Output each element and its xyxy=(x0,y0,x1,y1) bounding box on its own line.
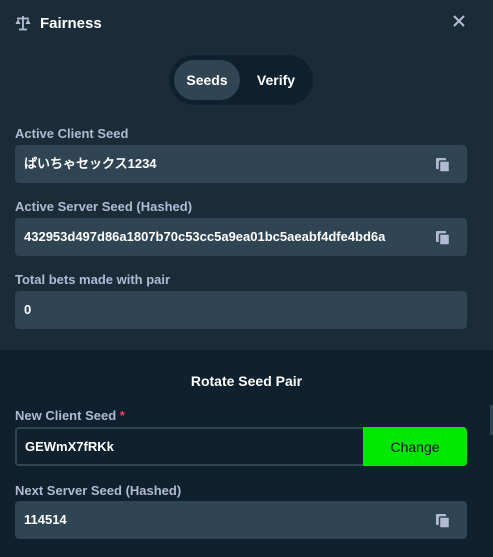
close-button[interactable] xyxy=(449,12,469,32)
modal-header: Fairness xyxy=(14,12,102,34)
close-icon[interactable] xyxy=(452,11,466,34)
change-button[interactable]: Change xyxy=(363,427,467,466)
scale-icon xyxy=(14,14,32,32)
new-client-seed-input-wrapper[interactable] xyxy=(15,427,363,466)
new-client-seed-input[interactable] xyxy=(17,429,363,464)
client-seed-label: Active Client Seed xyxy=(15,126,129,141)
total-bets-label: Total bets made with pair xyxy=(15,272,171,287)
next-server-seed-label: Next Server Seed (Hashed) xyxy=(15,483,182,498)
total-bets-value: 0 xyxy=(24,302,32,317)
next-server-seed-field[interactable]: 114514 xyxy=(15,501,467,539)
new-client-seed-label-text: New Client Seed xyxy=(15,408,117,423)
copy-icon[interactable] xyxy=(435,230,451,246)
tab-verify[interactable]: Verify xyxy=(245,60,307,100)
next-server-seed-value: 114514 xyxy=(24,512,67,527)
server-seed-label: Active Server Seed (Hashed) xyxy=(15,199,193,214)
server-seed-field[interactable]: 432953d497d86a1807b70c53cc5a9ea01bc5aeab… xyxy=(15,218,467,256)
total-bets-field: 0 xyxy=(15,291,467,329)
tab-bar: Seeds Verify xyxy=(169,55,313,105)
modal-title: Fairness xyxy=(40,14,102,32)
tab-seeds[interactable]: Seeds xyxy=(174,60,240,100)
rotate-seed-title: Rotate Seed Pair xyxy=(190,373,303,389)
required-mark: * xyxy=(119,408,125,423)
copy-icon[interactable] xyxy=(435,157,451,173)
copy-icon[interactable] xyxy=(435,513,451,529)
client-seed-value: ぱいちゃセックス1234 xyxy=(24,156,157,171)
client-seed-field[interactable]: ぱいちゃセックス1234 xyxy=(15,145,467,183)
server-seed-value: 432953d497d86a1807b70c53cc5a9ea01bc5aeab… xyxy=(24,229,386,244)
new-client-seed-label: New Client Seed * xyxy=(15,408,125,423)
